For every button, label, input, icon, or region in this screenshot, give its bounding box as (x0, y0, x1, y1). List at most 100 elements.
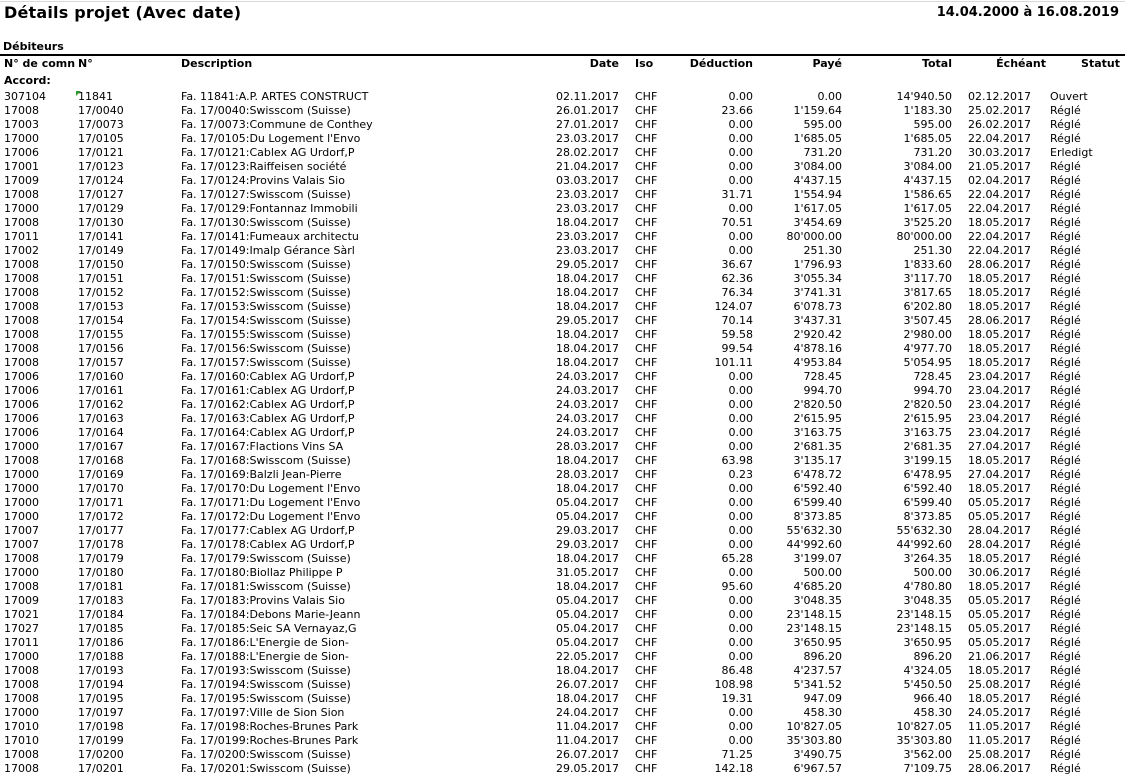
cell-paid: 10'827.05 (786, 720, 842, 733)
cell-client-number: 17008 (4, 314, 39, 327)
cell-invoice-number: 17/0185 (78, 622, 124, 635)
table-row[interactable]: 17008 17/0151 Fa. 17/0151:Swisscom (Suisse… (0, 272, 1125, 286)
table-row[interactable]: 17008 17/0152 Fa. 17/0152:Swisscom (Suisse… (0, 286, 1125, 300)
table-row[interactable]: 17021 17/0184 Fa. 17/0184:Debons Marie-Jea… (0, 608, 1125, 622)
table-row[interactable]: 17000 17/0167 Fa. 17/0167:Flactions Vins S… (0, 440, 1125, 454)
table-row[interactable]: 17008 17/0153 Fa. 17/0153:Swisscom (Suisse… (0, 300, 1125, 314)
table-row[interactable]: 17010 17/0198 Fa. 17/0198:Roches-Brunes Pa… (0, 720, 1125, 734)
table-row[interactable]: 17000 17/0172 Fa. 17/0172:Du Logement l'En… (0, 510, 1125, 524)
table-row[interactable]: 17000 17/0180 Fa. 17/0180:Biollaz Philippe… (0, 566, 1125, 580)
cell-description: Fa. 17/0163:Cablex AG Urdorf,P (181, 412, 355, 425)
cell-client-number: 17008 (4, 342, 39, 355)
cell-deduction: 0.00 (728, 538, 754, 551)
cell-total: 3'264.35 (903, 552, 952, 565)
cell-invoice-number: 17/0040 (78, 104, 124, 117)
cell-client-number: 17000 (4, 650, 39, 663)
cell-client-number: 17021 (4, 608, 39, 621)
table-row[interactable]: 17027 17/0185 Fa. 17/0185:Seic SA Vernayaz… (0, 622, 1125, 636)
cell-deduction: 0.00 (728, 566, 754, 579)
table-row[interactable]: 17008 17/0179 Fa. 17/0179:Swisscom (Suisse… (0, 552, 1125, 566)
table-row[interactable]: 17003 17/0073 Fa. 17/0073:Commune de Conth… (0, 118, 1125, 132)
cell-client-number: 17009 (4, 594, 39, 607)
cell-total: 8'373.85 (903, 510, 952, 523)
table-row[interactable]: 17008 17/0154 Fa. 17/0154:Swisscom (Suisse… (0, 314, 1125, 328)
cell-date: 05.04.2017 (556, 510, 619, 523)
cell-deduction: 0.00 (728, 608, 754, 621)
table-row[interactable]: 17008 17/0156 Fa. 17/0156:Swisscom (Suisse… (0, 342, 1125, 356)
table-row[interactable]: 17010 17/0199 Fa. 17/0199:Roches-Brunes Pa… (0, 734, 1125, 748)
cell-status: Réglé (1050, 622, 1081, 635)
table-row[interactable]: 17008 17/0040 Fa. 17/0040:Swisscom (Suisse… (0, 104, 1125, 118)
cell-total: 6'478.95 (903, 468, 952, 481)
cell-client-number: 17000 (4, 566, 39, 579)
cell-due-date: 23.04.2017 (968, 384, 1031, 397)
cell-client-number: 17000 (4, 496, 39, 509)
cell-deduction: 71.25 (721, 748, 754, 761)
cell-currency: CHF (635, 748, 658, 761)
cell-deduction: 0.00 (728, 706, 754, 719)
cell-total: 3'163.75 (903, 426, 952, 439)
col-header-deduction: Déduction (689, 57, 753, 70)
table-row[interactable]: 17008 17/0157 Fa. 17/0157:Swisscom (Suisse… (0, 356, 1125, 370)
cell-date: 18.04.2017 (556, 356, 619, 369)
cell-paid: 55'632.30 (786, 524, 842, 537)
cell-paid: 80'000.00 (786, 230, 842, 243)
cell-paid: 6'078.73 (793, 300, 842, 313)
table-row[interactable]: 17000 17/0188 Fa. 17/0188:L'Energie de Sio… (0, 650, 1125, 664)
cell-paid: 5'341.52 (793, 678, 842, 691)
table-row[interactable]: 17006 17/0160 Fa. 17/0160:Cablex AG Urdorf… (0, 370, 1125, 384)
table-row[interactable]: 17008 17/0200 Fa. 17/0200:Swisscom (Suisse… (0, 748, 1125, 762)
table-row[interactable]: 17008 17/0181 Fa. 17/0181:Swisscom (Suisse… (0, 580, 1125, 594)
table-row[interactable]: 17008 17/0150 Fa. 17/0150:Swisscom (Suisse… (0, 258, 1125, 272)
cell-deduction: 0.00 (728, 174, 754, 187)
table-row[interactable]: 17006 17/0161 Fa. 17/0161:Cablex AG Urdorf… (0, 384, 1125, 398)
table-row[interactable]: 17008 17/0130 Fa. 17/0130:Swisscom (Suisse… (0, 216, 1125, 230)
cell-invoice-number: 17/0172 (78, 510, 124, 523)
table-row[interactable]: 307104 11841 Fa. 11841:A.P. ARTES CONSTRUC… (0, 90, 1125, 104)
table-row[interactable]: 17011 17/0141 Fa. 17/0141:Fumeaux architec… (0, 230, 1125, 244)
cell-date: 26.07.2017 (556, 678, 619, 691)
table-row[interactable]: 17008 17/0155 Fa. 17/0155:Swisscom (Suisse… (0, 328, 1125, 342)
table-row[interactable]: 17009 17/0124 Fa. 17/0124:Provins Valais S… (0, 174, 1125, 188)
report-title: Détails projet (Avec date) (4, 3, 242, 22)
cell-date: 29.03.2017 (556, 538, 619, 551)
table-row[interactable]: 17000 17/0169 Fa. 17/0169:Balzli Jean-Pier… (0, 468, 1125, 482)
cell-date: 28.03.2017 (556, 440, 619, 453)
table-row[interactable]: 17000 17/0197 Fa. 17/0197:Ville de Sion Si… (0, 706, 1125, 720)
cell-due-date: 18.05.2017 (968, 286, 1031, 299)
table-row[interactable]: 17006 17/0162 Fa. 17/0162:Cablex AG Urdorf… (0, 398, 1125, 412)
cell-client-number: 17011 (4, 636, 39, 649)
table-row[interactable]: 17007 17/0178 Fa. 17/0178:Cablex AG Urdorf… (0, 538, 1125, 552)
header-divider (0, 54, 1125, 56)
table-row[interactable]: 17008 17/0193 Fa. 17/0193:Swisscom (Suisse… (0, 664, 1125, 678)
cell-date: 05.04.2017 (556, 608, 619, 621)
cell-paid: 3'135.17 (793, 454, 842, 467)
cell-client-number: 17006 (4, 412, 39, 425)
table-row[interactable]: 17008 17/0168 Fa. 17/0168:Swisscom (Suisse… (0, 454, 1125, 468)
table-row[interactable]: 17000 17/0105 Fa. 17/0105:Du Logement l'En… (0, 132, 1125, 146)
cell-date: 18.04.2017 (556, 272, 619, 285)
cell-currency: CHF (635, 132, 658, 145)
cell-client-number: 17000 (4, 440, 39, 453)
cell-client-number: 17000 (4, 482, 39, 495)
table-row[interactable]: 17006 17/0164 Fa. 17/0164:Cablex AG Urdorf… (0, 426, 1125, 440)
cell-date: 28.02.2017 (556, 146, 619, 159)
cell-deduction: 59.58 (721, 328, 754, 341)
table-row[interactable]: 17008 17/0201 Fa. 17/0201:Swisscom (Suisse… (0, 762, 1125, 776)
table-row[interactable]: 17001 17/0123 Fa. 17/0123:Raiffeisen socié… (0, 160, 1125, 174)
cell-client-number: 17007 (4, 524, 39, 537)
cell-currency: CHF (635, 580, 658, 593)
table-row[interactable]: 17006 17/0121 Fa. 17/0121:Cablex AG Urdorf… (0, 146, 1125, 160)
table-row[interactable]: 17002 17/0149 Fa. 17/0149:Imalp Gérance Sà… (0, 244, 1125, 258)
table-row[interactable]: 17006 17/0163 Fa. 17/0163:Cablex AG Urdorf… (0, 412, 1125, 426)
table-row[interactable]: 17008 17/0195 Fa. 17/0195:Swisscom (Suisse… (0, 692, 1125, 706)
table-row[interactable]: 17008 17/0194 Fa. 17/0194:Swisscom (Suisse… (0, 678, 1125, 692)
table-row[interactable]: 17000 17/0170 Fa. 17/0170:Du Logement l'En… (0, 482, 1125, 496)
table-row[interactable]: 17007 17/0177 Fa. 17/0177:Cablex AG Urdorf… (0, 524, 1125, 538)
table-row[interactable]: 17009 17/0183 Fa. 17/0183:Provins Valais S… (0, 594, 1125, 608)
table-row[interactable]: 17011 17/0186 Fa. 17/0186:L'Energie de Sio… (0, 636, 1125, 650)
cell-description: Fa. 11841:A.P. ARTES CONSTRUCT (181, 90, 369, 103)
table-row[interactable]: 17008 17/0127 Fa. 17/0127:Swisscom (Suisse… (0, 188, 1125, 202)
table-row[interactable]: 17000 17/0129 Fa. 17/0129:Fontannaz Immobi… (0, 202, 1125, 216)
table-row[interactable]: 17000 17/0171 Fa. 17/0171:Du Logement l'En… (0, 496, 1125, 510)
